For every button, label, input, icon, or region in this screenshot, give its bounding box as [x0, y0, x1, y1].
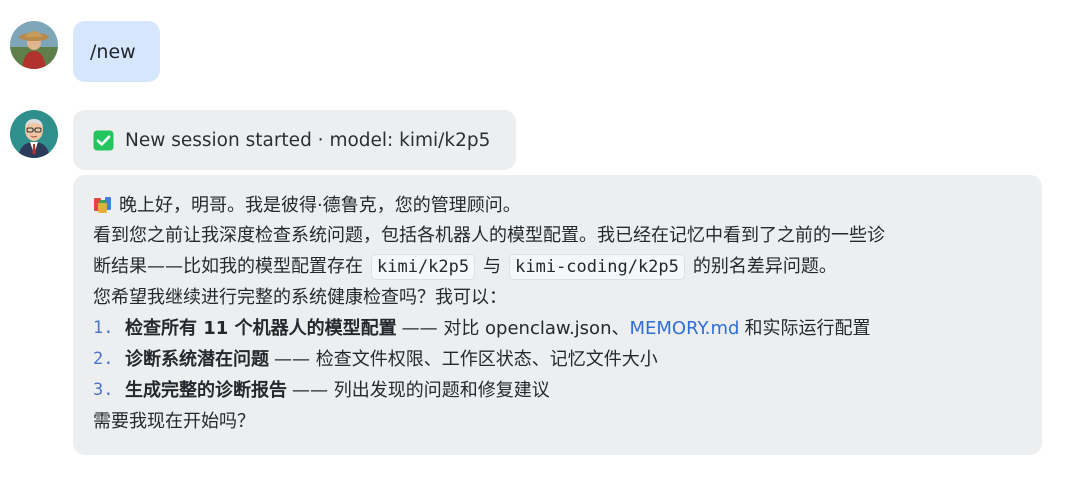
- check-mark-button-icon: [93, 130, 114, 151]
- paragraph-text: 断结果——比如我的模型配置存在: [93, 256, 363, 277]
- list-item-title: 诊断系统潜在问题: [125, 349, 269, 370]
- paragraph-text: 与: [483, 256, 502, 277]
- paragraph-text: 看到您之前让我深度检查系统问题，包括各机器人的模型配置。我已经在记忆中看到了之前…: [93, 225, 885, 246]
- assistant-message-bubble: 晚上好，明哥。我是彼得·德鲁克，您的管理顾问。 看到您之前让我深度检查系统问题，…: [73, 175, 1042, 455]
- session-status-text: New session started · model: kimi/k2p5: [125, 129, 491, 151]
- greeting-text: 晚上好，明哥。我是彼得·德鲁克，您的管理顾问。: [119, 194, 521, 216]
- list-item-description: —— 检查文件权限、工作区状态、记忆文件大小: [274, 349, 658, 370]
- inline-code: kimi-coding/k2p5: [509, 253, 685, 280]
- list-item-title: 检查所有 11 个机器人的模型配置: [125, 318, 397, 339]
- user-avatar: [10, 21, 58, 69]
- list-item-description: —— 列出发现的问题和修复建议: [292, 380, 550, 401]
- assistant-avatar: [10, 110, 58, 158]
- list-item: 1. 检查所有 11 个机器人的模型配置 —— 对比 openclaw.json…: [93, 313, 1022, 344]
- list-item: 3. 生成完整的诊断报告 —— 列出发现的问题和修复建议: [93, 375, 1022, 406]
- list-item-description: 和实际运行配置: [744, 318, 871, 339]
- session-status-bubble: New session started · model: kimi/k2p5: [73, 110, 516, 170]
- user-message-text: /new: [90, 40, 136, 63]
- list-number: 1.: [93, 318, 114, 338]
- paragraph-text: 您希望我继续进行完整的系统健康检查吗？我可以：: [93, 287, 507, 308]
- list-item: 2. 诊断系统潜在问题 —— 检查文件权限、工作区状态、记忆文件大小: [93, 344, 1022, 375]
- closing-text: 需要我现在开始吗？: [93, 411, 255, 432]
- list-number: 3.: [93, 380, 114, 400]
- list-number: 2.: [93, 349, 114, 369]
- user-message-bubble: /new: [73, 21, 160, 82]
- paragraph-text: 的别名差异问题。: [692, 256, 837, 277]
- memory-file-link[interactable]: MEMORY.md: [629, 313, 739, 344]
- books-icon: [93, 195, 113, 215]
- list-item-description: —— 对比 openclaw.json、: [401, 318, 630, 339]
- inline-code: kimi/k2p5: [371, 253, 476, 280]
- list-item-title: 生成完整的诊断报告: [125, 380, 287, 401]
